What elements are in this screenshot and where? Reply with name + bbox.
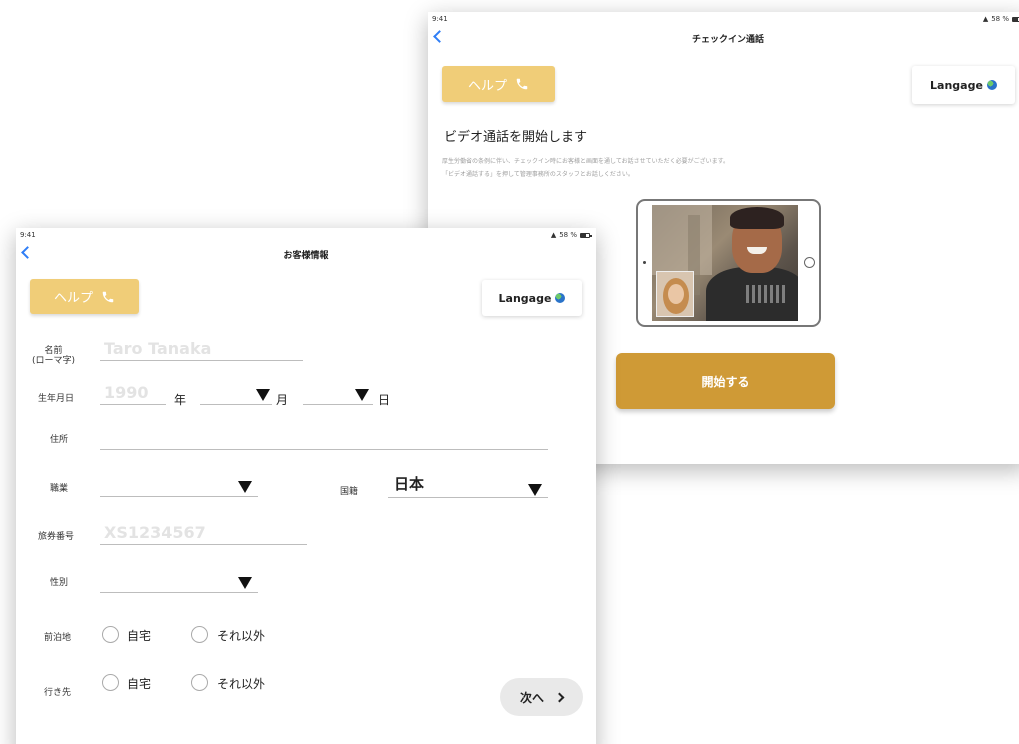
previous-stay-label: 前泊地: [44, 633, 72, 643]
status-bar: 9:41 ▲ 58 %: [428, 12, 1019, 26]
birthdate-label: 生年月日: [38, 394, 75, 404]
passport-input[interactable]: XS1234567: [100, 523, 307, 545]
help-button[interactable]: ヘルプ: [442, 66, 555, 102]
language-button-label: Langage: [498, 291, 552, 305]
globe-icon: [986, 80, 997, 90]
destination-other-radio[interactable]: [191, 674, 208, 691]
battery-percent: 58 %: [991, 15, 1009, 23]
nationality-label: 国籍: [340, 487, 359, 497]
video-call-heading: ビデオ通話を開始します: [444, 130, 588, 145]
help-button-label: ヘルプ: [53, 291, 93, 306]
language-button[interactable]: Langage: [912, 66, 1015, 104]
destination-home-radio[interactable]: [102, 674, 119, 691]
phone-icon: [516, 78, 528, 90]
help-button-label: ヘルプ: [467, 78, 507, 94]
next-button[interactable]: 次へ: [500, 678, 583, 716]
tablet-video-illustration: [636, 199, 821, 327]
destination-label: 行き先: [44, 688, 72, 698]
dropdown-caret-icon: [528, 484, 542, 496]
tablet-home-button: [804, 257, 815, 268]
name-label-line2: (ローマ字): [32, 356, 76, 367]
nationality-value: 日本: [394, 475, 425, 493]
customer-info-screen: 9:41 ▲ 58 % お客様情報 ヘルプ Langage 名前 (ローマ字) …: [16, 228, 596, 744]
passport-placeholder: XS1234567: [104, 523, 206, 542]
start-call-button[interactable]: 開始する: [616, 353, 835, 409]
day-unit: 日: [378, 393, 391, 407]
status-indicators: ▲ 58 %: [983, 15, 1019, 23]
status-time: 9:41: [432, 15, 448, 23]
previous-stay-home-radio[interactable]: [102, 626, 119, 643]
address-input[interactable]: [100, 430, 548, 450]
status-indicators: ▲ 58 %: [550, 231, 592, 239]
battery-icon: [1012, 16, 1019, 22]
name-placeholder: Taro Tanaka: [104, 339, 212, 358]
next-button-label: 次へ: [519, 690, 544, 705]
address-label: 住所: [50, 435, 69, 445]
month-unit: 月: [276, 393, 289, 407]
phone-icon: [102, 291, 114, 302]
destination-home-label: 自宅: [127, 677, 152, 691]
wifi-icon: ▲: [982, 15, 989, 23]
nationality-select[interactable]: 日本: [388, 475, 548, 498]
birth-year-placeholder: 1990: [104, 383, 149, 402]
page-title: お客様情報: [283, 251, 329, 261]
dropdown-caret-icon: [238, 577, 252, 589]
battery-percent: 58 %: [559, 231, 577, 239]
chevron-right-icon: [554, 692, 565, 702]
globe-icon: [555, 293, 566, 303]
gender-label: 性別: [50, 578, 69, 588]
previous-stay-other-radio[interactable]: [191, 626, 208, 643]
language-button-label: Langage: [930, 78, 983, 92]
previous-stay-other-label: それ以外: [217, 629, 266, 643]
name-input[interactable]: Taro Tanaka: [100, 339, 303, 361]
tablet-camera: [643, 261, 646, 264]
video-call-image: [652, 205, 798, 321]
status-bar: 9:41 ▲ 58 %: [16, 228, 596, 242]
year-unit: 年: [174, 393, 187, 407]
page-title: チェックイン通話: [691, 35, 764, 45]
self-view-thumbnail: [656, 271, 694, 317]
birth-month-select[interactable]: [200, 385, 272, 405]
description-line: 「ビデオ通話する」を押して管理事務所のスタッフとお話しください。: [442, 171, 634, 178]
name-label-line1: 名前: [44, 346, 63, 356]
previous-stay-home-label: 自宅: [127, 629, 152, 643]
gender-select[interactable]: [100, 573, 258, 593]
description-line: 厚生労働省の条例に伴い、チェックイン時にお客様と画面を通してお話させていただく必…: [442, 158, 730, 165]
name-label: 名前 (ローマ字): [32, 346, 75, 367]
dropdown-caret-icon: [355, 389, 369, 401]
wifi-icon: ▲: [550, 231, 557, 239]
occupation-select[interactable]: [100, 477, 258, 497]
battery-icon: [580, 232, 592, 238]
language-button[interactable]: Langage: [482, 280, 582, 316]
dropdown-caret-icon: [256, 389, 270, 401]
dropdown-caret-icon: [238, 481, 252, 493]
destination-other-label: それ以外: [217, 677, 266, 691]
birth-year-input[interactable]: 1990: [100, 383, 166, 405]
occupation-label: 職業: [50, 484, 69, 494]
birth-day-select[interactable]: [303, 385, 373, 405]
status-time: 9:41: [20, 231, 36, 239]
passport-label: 旅券番号: [38, 532, 75, 542]
help-button[interactable]: ヘルプ: [30, 279, 139, 314]
